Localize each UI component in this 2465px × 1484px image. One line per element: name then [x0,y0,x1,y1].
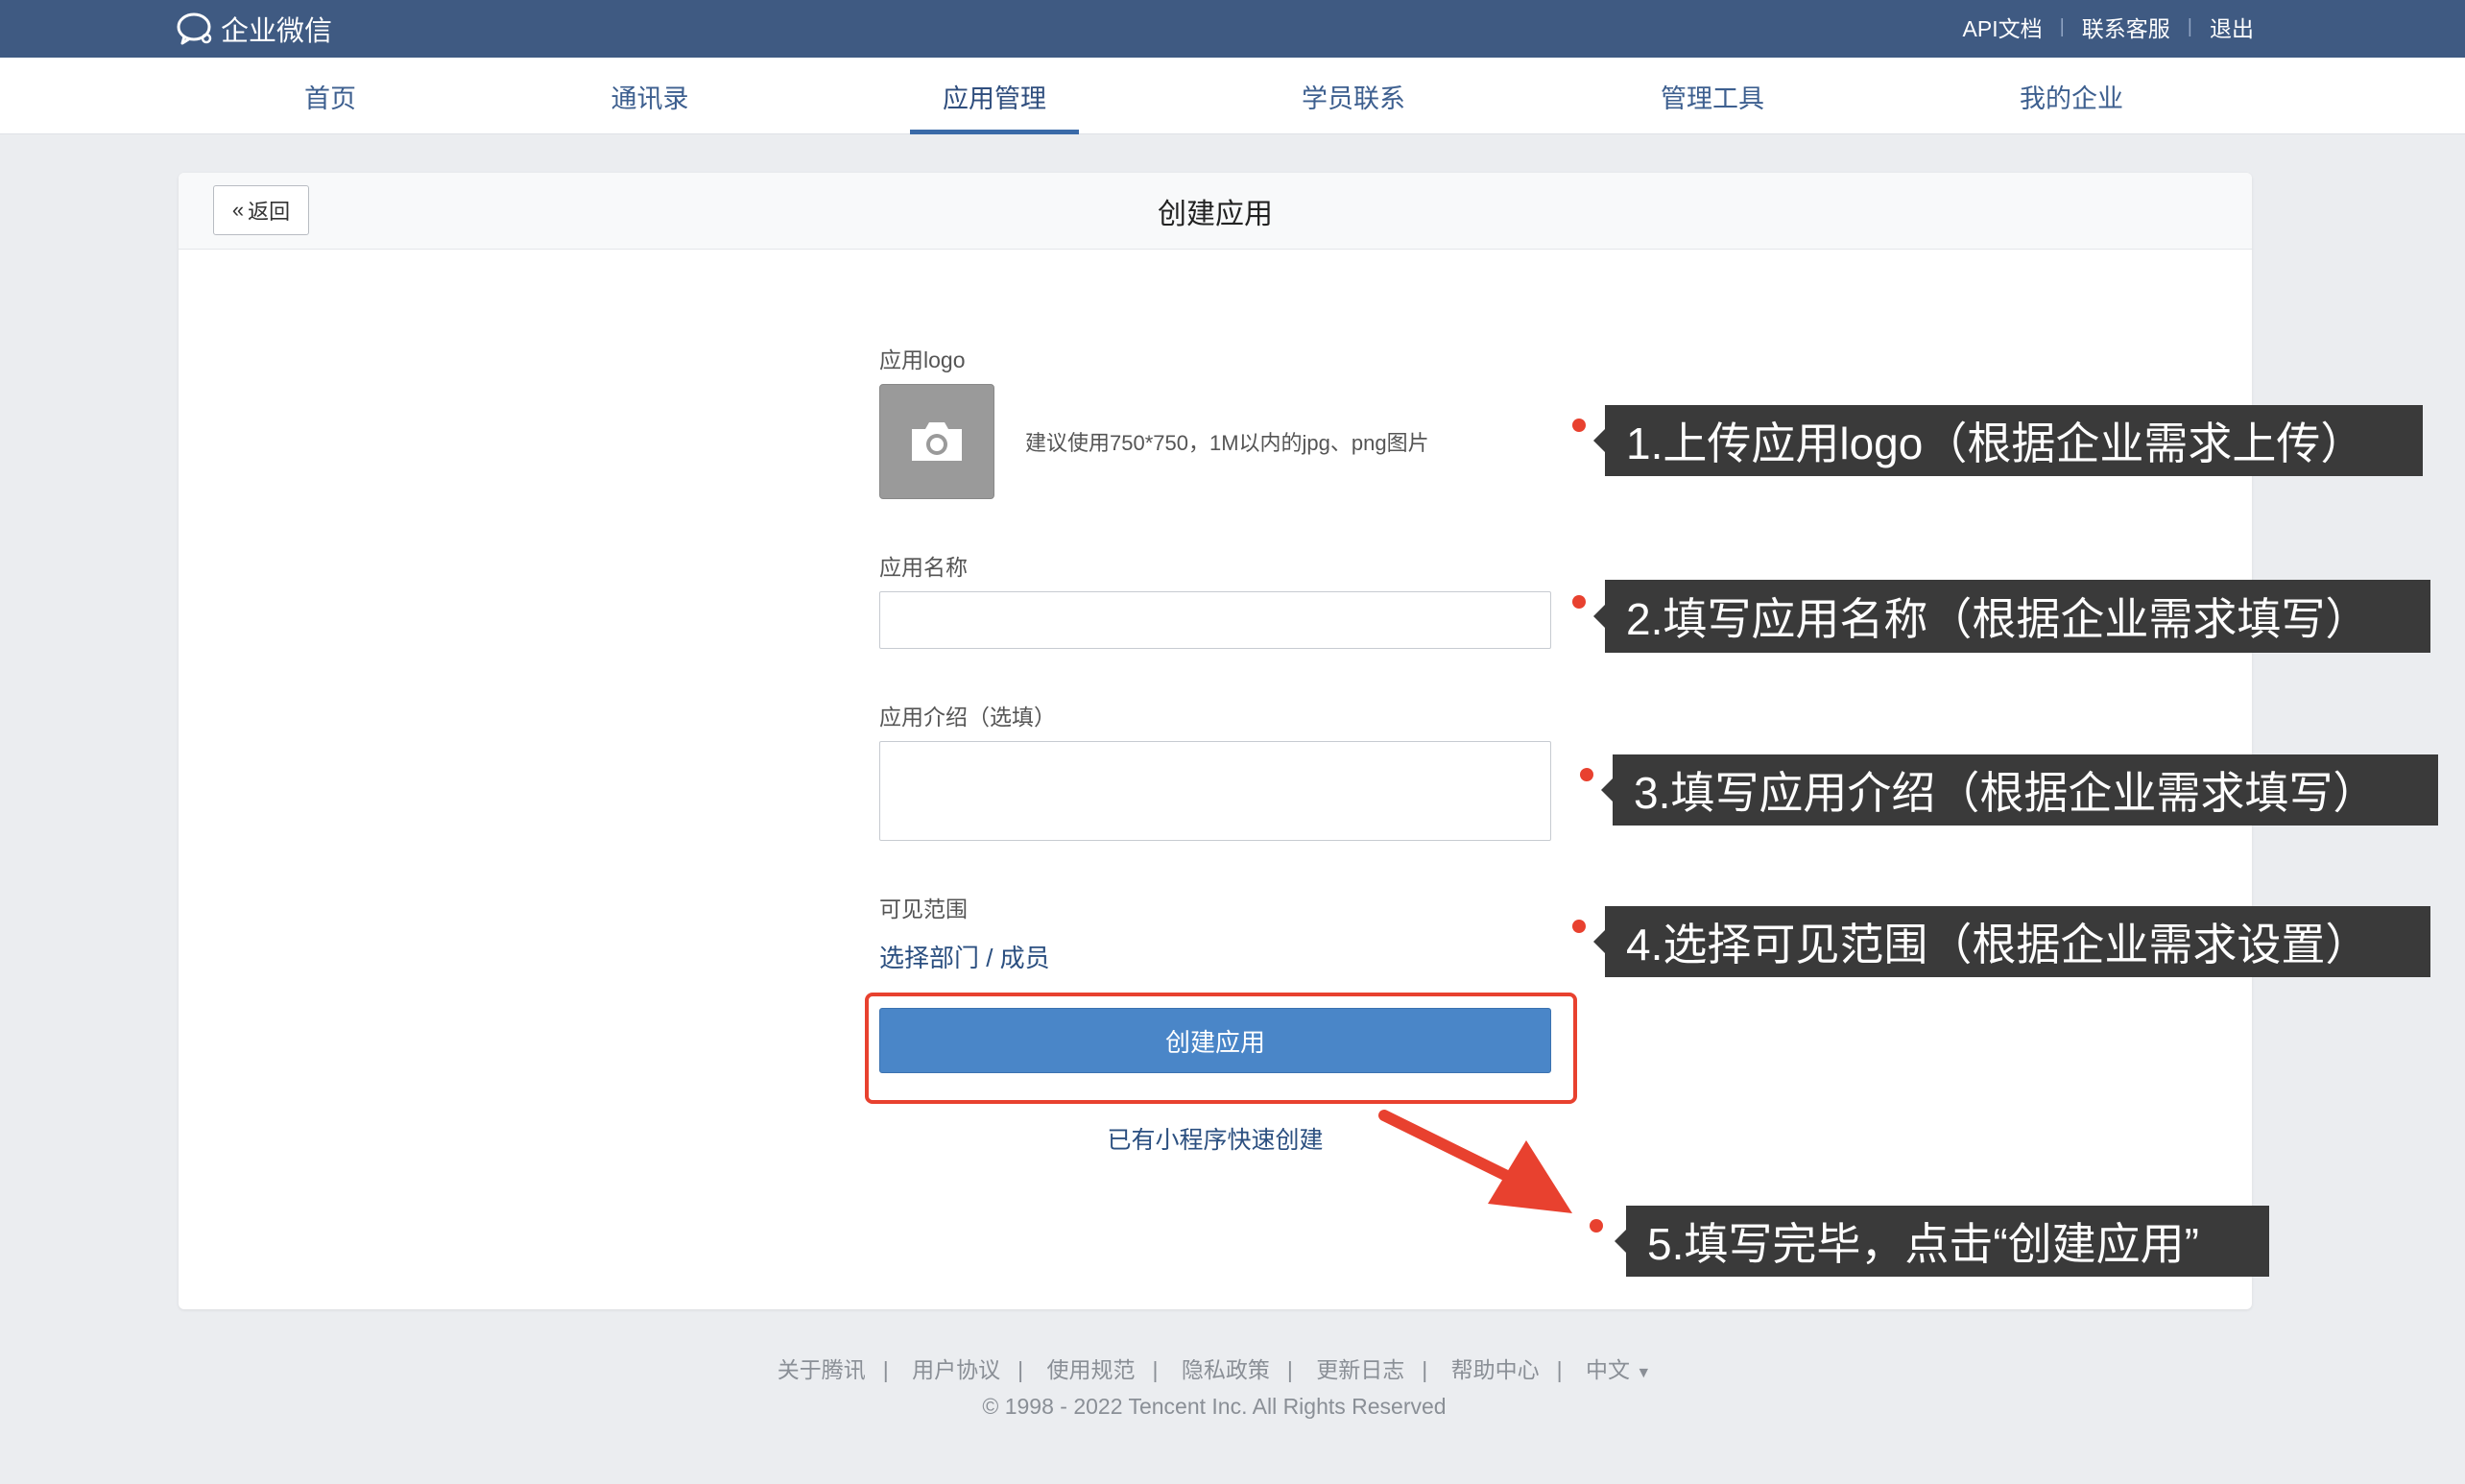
language-label: 中文 [1586,1357,1630,1382]
brand[interactable]: 企业微信 [177,8,332,50]
caret-down-icon: ▼ [1636,1365,1652,1381]
footer-link-usage[interactable]: 使用规范 [1047,1357,1136,1382]
nav-student-contact[interactable]: 学员联系 [1277,58,1430,134]
divider: | [1152,1357,1159,1382]
logo-hint: 建议使用750*750，1M以内的jpg、png图片 [1025,431,1429,455]
annotation-dot [1580,768,1593,781]
footer-link-changelog[interactable]: 更新日志 [1316,1357,1404,1382]
logo-upload[interactable] [879,384,994,499]
scope-label: 可见范围 [879,897,968,922]
contact-support-link[interactable]: 联系客服 [2082,11,2170,43]
app-intro-textarea[interactable] [879,741,1551,841]
nav-label: 学员联系 [1302,84,1405,113]
nav-label: 我的企业 [2020,84,2123,113]
divider: | [2059,15,2065,37]
intro-label: 应用介绍（选填） [879,705,1056,730]
annotation-dot [1572,419,1586,432]
footer-link-terms[interactable]: 用户协议 [912,1357,1000,1382]
app-name-input[interactable] [879,591,1551,649]
logo-label: 应用logo [879,347,966,372]
annotation-callout-2: 2.填写应用名称（根据企业需求填写） [1593,580,2430,653]
nav-contacts[interactable]: 通讯录 [573,58,727,134]
language-selector[interactable]: 中文 ▼ [1586,1357,1651,1382]
nav-my-enterprise[interactable]: 我的企业 [1995,58,2148,134]
page-title: 创建应用 [1158,199,1273,230]
main-nav: 首页 通讯录 应用管理 学员联系 管理工具 我的企业 [0,58,2465,134]
divider: | [882,1357,889,1382]
footer-links: 关于腾讯 | 用户协议 | 使用规范 | 隐私政策 | 更新日志 | 帮助中心 | 中文 ▼ [0,1352,2429,1384]
nav-label: 管理工具 [1661,84,1764,113]
api-docs-link[interactable]: API文档 [1963,11,2043,43]
nav-label: 首页 [304,84,356,113]
card-header: « 返回 创建应用 [179,173,2252,250]
footer-link-about[interactable]: 关于腾讯 [778,1357,866,1382]
annotation-callout-1: 1.上传应用logo（根据企业需求上传） [1593,405,2423,476]
wecom-logo-icon [177,12,212,45]
nav-home[interactable]: 首页 [253,58,407,134]
divider: | [1422,1357,1428,1382]
active-tab-indicator [910,130,1079,134]
divider: | [1286,1357,1293,1382]
annotation-callout-3: 3.填写应用介绍（根据企业需求填写） [1601,754,2438,826]
nav-label: 应用管理 [943,84,1046,113]
divider: | [1556,1357,1563,1382]
brand-name: 企业微信 [221,16,333,47]
nav-label: 通讯录 [610,84,689,113]
annotation-dot [1572,595,1586,609]
name-label: 应用名称 [879,555,968,580]
copyright: © 1998 - 2022 Tencent Inc. All Rights Re… [982,1394,1447,1419]
annotation-callout-5: 5.填写完毕，点击“创建应用” [1615,1206,2269,1277]
footer-link-privacy[interactable]: 隐私政策 [1182,1357,1270,1382]
top-links: API文档 | 联系客服 | 退出 [1963,0,2254,54]
camera-icon [912,422,962,461]
footer-link-help[interactable]: 帮助中心 [1451,1357,1540,1382]
divider: | [2187,15,2192,37]
annotation-callout-4: 4.选择可见范围（根据企业需求设置） [1593,906,2430,977]
divider: | [1017,1357,1024,1382]
highlight-frame [865,993,1577,1104]
nav-admin-tools[interactable]: 管理工具 [1636,58,1789,134]
logout-link[interactable]: 退出 [2210,11,2254,43]
top-bar: 企业微信 API文档 | 联系客服 | 退出 [0,0,2465,58]
select-scope-link[interactable]: 选择部门 / 成员 [879,939,1050,974]
nav-app-management[interactable]: 应用管理 [910,58,1079,134]
annotation-dot [1572,920,1586,933]
red-arrow-icon [1378,1110,1572,1213]
